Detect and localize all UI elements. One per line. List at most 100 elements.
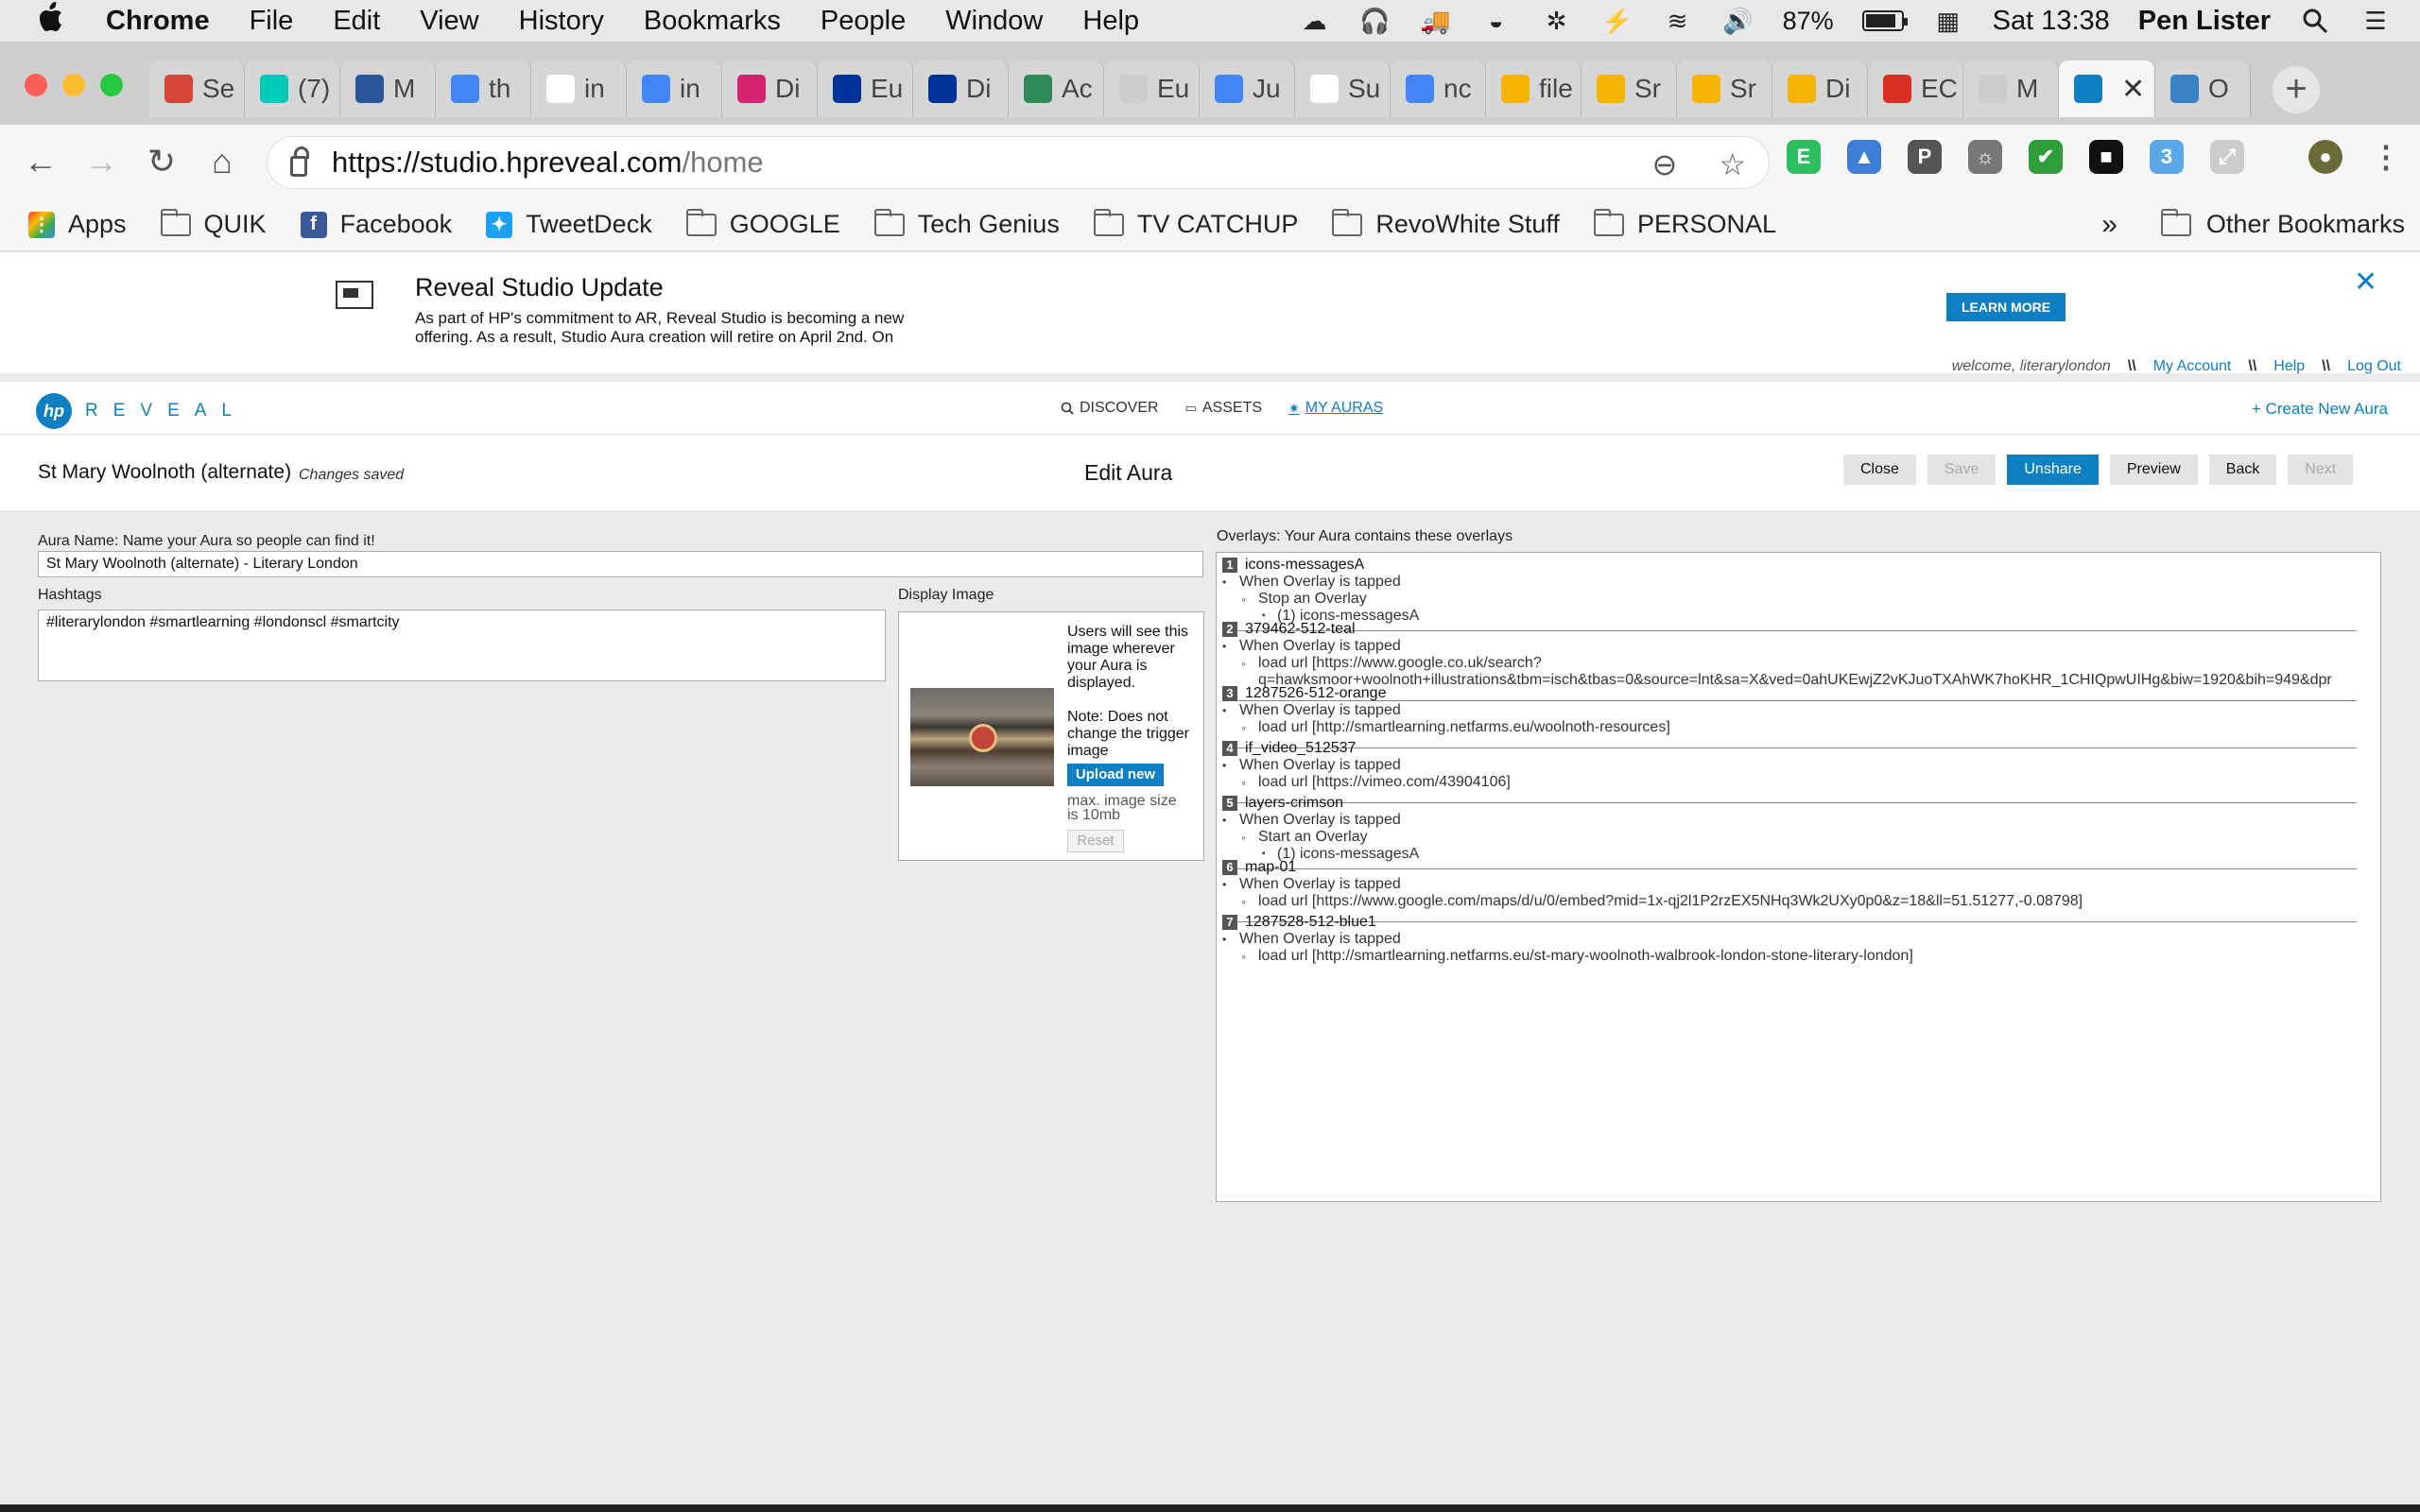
- expand-extension-icon[interactable]: ⤢: [2210, 140, 2244, 174]
- overlay-item[interactable]: 6 map-01When Overlay is tappedload url [h…: [1222, 859, 2366, 922]
- menu-bookmarks[interactable]: Bookmarks: [644, 6, 781, 37]
- browser-tab[interactable]: Di: [722, 60, 818, 117]
- browser-tab[interactable]: (7): [245, 60, 340, 117]
- browser-tab[interactable]: M: [340, 60, 436, 117]
- bolt-icon[interactable]: ⚡: [1601, 7, 1634, 35]
- address-bar[interactable]: https://studio.hpreveal.com/home ⊖ ☆: [267, 136, 1770, 189]
- browser-tab[interactable]: Sr: [1677, 60, 1772, 117]
- hashtags-input[interactable]: #literarylondon #smartlearning #londonsc…: [38, 610, 886, 681]
- browser-tab[interactable]: file: [1486, 60, 1582, 117]
- window-minimize-button[interactable]: [62, 74, 85, 96]
- lock-icon[interactable]: [290, 146, 309, 177]
- wifi-icon[interactable]: ≋: [1662, 7, 1694, 35]
- notification-center-icon[interactable]: ☰: [2360, 7, 2392, 35]
- lock-extension-icon[interactable]: ■: [2089, 140, 2123, 174]
- overlay-name[interactable]: layers-crimson: [1245, 795, 1343, 812]
- calendar-icon[interactable]: ▦: [1932, 7, 1964, 35]
- menu-app-chrome[interactable]: Chrome: [106, 6, 210, 37]
- menu-people[interactable]: People: [821, 6, 906, 37]
- browser-tab[interactable]: th: [436, 60, 531, 117]
- browser-tab[interactable]: Ac: [1009, 60, 1104, 117]
- browser-tab[interactable]: Su: [1295, 60, 1391, 117]
- close-button[interactable]: Close: [1843, 455, 1916, 485]
- chrome-menu-icon[interactable]: ⋮: [2369, 140, 2403, 174]
- menu-file[interactable]: File: [250, 6, 294, 37]
- truck-icon[interactable]: 🚚: [1420, 7, 1452, 35]
- nav-discover[interactable]: DISCOVER: [1061, 400, 1159, 417]
- learn-more-button[interactable]: LEARN MORE: [1946, 293, 2066, 321]
- upload-new-button[interactable]: Upload new: [1067, 764, 1164, 786]
- pocket-extension-icon[interactable]: P: [1908, 140, 1942, 174]
- menubar-user[interactable]: Pen Lister: [2138, 6, 2271, 37]
- back-button[interactable]: Back: [2208, 455, 2277, 485]
- zoom-icon[interactable]: ⊖: [1652, 146, 1678, 182]
- overlay-name[interactable]: 379462-512-teal: [1245, 621, 1356, 638]
- menu-history[interactable]: History: [519, 6, 604, 37]
- browser-tab[interactable]: ✕: [2059, 60, 2155, 117]
- back-arrow-icon[interactable]: ←: [19, 140, 62, 183]
- new-tab-button[interactable]: +: [2273, 66, 2320, 113]
- bookmark-item[interactable]: ✦ TweetDeck: [486, 210, 652, 239]
- bowl-icon[interactable]: ◒: [1480, 7, 1512, 35]
- bookmark-star-icon[interactable]: ☆: [1719, 146, 1746, 182]
- overlay-item[interactable]: 7 1287528-512-blue1When Overlay is tapped…: [1222, 914, 2366, 965]
- menubar-clock[interactable]: Sat 13:38: [1993, 6, 2110, 37]
- cloud-upload-icon[interactable]: ☁: [1299, 7, 1331, 35]
- log-out-link[interactable]: Log Out: [2347, 358, 2401, 375]
- close-tab-icon[interactable]: ✕: [2121, 73, 2145, 106]
- shield-extension-icon[interactable]: ✔: [2029, 140, 2063, 174]
- browser-tab[interactable]: Eu: [818, 60, 913, 117]
- nav-assets[interactable]: ▭ ASSETS: [1185, 400, 1262, 417]
- window-zoom-button[interactable]: [100, 74, 123, 96]
- aura-name-input[interactable]: St Mary Woolnoth (alternate) - Literary …: [38, 551, 1203, 577]
- browser-tab[interactable]: Se: [149, 60, 245, 117]
- reset-button[interactable]: Reset: [1067, 830, 1124, 852]
- create-new-aura-link[interactable]: + Create New Aura: [2252, 400, 2388, 419]
- battery-icon[interactable]: [1861, 10, 1908, 31]
- forward-arrow-icon[interactable]: →: [79, 140, 123, 183]
- menu-view[interactable]: View: [420, 6, 478, 37]
- overlay-name[interactable]: 1287528-512-blue1: [1245, 914, 1376, 931]
- bookmarks-overflow-chevron-icon[interactable]: »: [2101, 209, 2118, 241]
- browser-tab[interactable]: EC: [1868, 60, 1963, 117]
- cap-extension-icon[interactable]: ▲: [1847, 140, 1881, 174]
- apple-logo-icon[interactable]: [38, 1, 68, 41]
- browser-tab[interactable]: Di: [1772, 60, 1868, 117]
- bookmark-item[interactable]: f Facebook: [300, 210, 452, 239]
- help-link[interactable]: Help: [2273, 358, 2305, 375]
- browser-tab[interactable]: in: [531, 60, 627, 117]
- hp-logo[interactable]: hp: [36, 393, 72, 429]
- unshare-button[interactable]: Unshare: [2007, 455, 2099, 485]
- browser-tab[interactable]: nc: [1391, 60, 1486, 117]
- gear-badge-icon[interactable]: ✲: [1541, 7, 1573, 35]
- lightbulb-extension-icon[interactable]: ☼: [1968, 140, 2002, 174]
- home-icon[interactable]: ⌂: [200, 140, 244, 183]
- bookmark-item[interactable]: TV CATCHUP: [1093, 208, 1298, 239]
- bookmark-item[interactable]: RevoWhite Stuff: [1332, 208, 1560, 239]
- menu-edit[interactable]: Edit: [333, 6, 380, 37]
- browser-tab[interactable]: Di: [913, 60, 1009, 117]
- ghostery-extension-icon[interactable]: 3: [2150, 140, 2184, 174]
- overlay-item[interactable]: 4 if_video_512537When Overlay is tappedlo…: [1222, 740, 2366, 803]
- bookmark-item[interactable]: ⋮ Apps: [28, 210, 127, 239]
- nav-my-auras[interactable]: ✷ MY AURAS: [1288, 400, 1383, 417]
- close-icon[interactable]: ✕: [2354, 266, 2377, 299]
- overlay-name[interactable]: 1287526-512-orange: [1245, 685, 1386, 702]
- browser-tab[interactable]: M: [1963, 60, 2059, 117]
- menu-window[interactable]: Window: [945, 6, 1043, 37]
- evernote-extension-icon[interactable]: E: [1787, 140, 1821, 174]
- reveal-brand[interactable]: REVEAL: [85, 401, 247, 421]
- overlay-item[interactable]: 3 1287526-512-orangeWhen Overlay is tappe…: [1222, 685, 2366, 748]
- profile-avatar[interactable]: ●: [2308, 140, 2342, 174]
- volume-icon[interactable]: 🔊: [1722, 7, 1754, 35]
- browser-tab[interactable]: Eu: [1104, 60, 1200, 117]
- preview-button[interactable]: Preview: [2109, 455, 2198, 485]
- save-button[interactable]: Save: [1927, 455, 1996, 485]
- browser-tab[interactable]: O: [2155, 60, 2251, 117]
- menu-help[interactable]: Help: [1082, 6, 1139, 37]
- overlay-name[interactable]: icons-messagesA: [1245, 557, 1364, 574]
- overlay-name[interactable]: if_video_512537: [1245, 740, 1356, 757]
- window-close-button[interactable]: [25, 74, 47, 96]
- next-button[interactable]: Next: [2288, 455, 2354, 485]
- spotlight-search-icon[interactable]: [2299, 7, 2331, 35]
